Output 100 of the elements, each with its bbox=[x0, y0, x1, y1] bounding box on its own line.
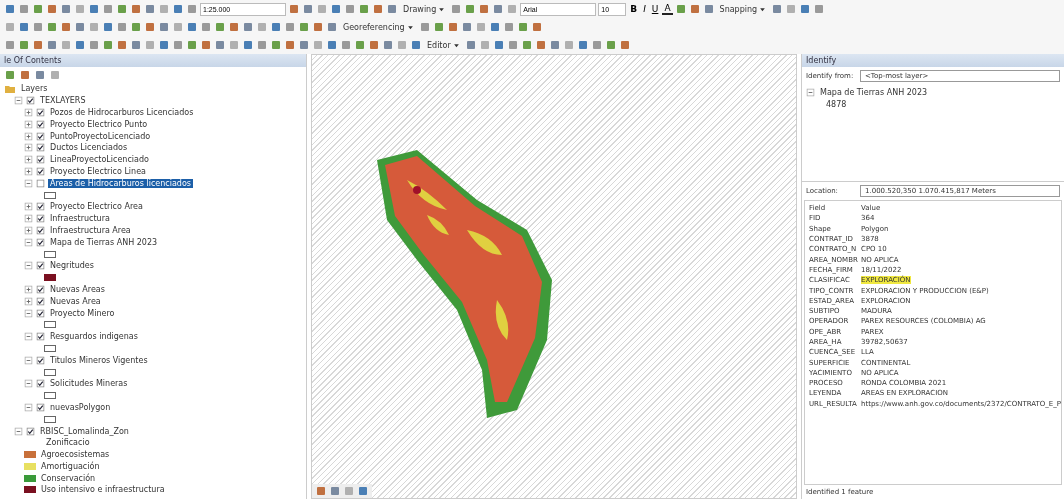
toolbar-tool-icon[interactable] bbox=[288, 3, 300, 15]
toolbar-tool-icon[interactable] bbox=[158, 21, 170, 33]
toolbar-tool-icon[interactable] bbox=[4, 3, 16, 15]
layer-checkbox[interactable] bbox=[26, 96, 35, 106]
layer-label[interactable]: Resguardos indigenas bbox=[48, 332, 140, 342]
toolbar-tool-icon[interactable] bbox=[432, 21, 445, 33]
layer-checkbox[interactable] bbox=[36, 202, 45, 212]
layer-checkbox[interactable] bbox=[36, 355, 45, 365]
toolbar-tool-icon[interactable] bbox=[358, 3, 370, 15]
layer-label[interactable]: Solicitudes Mineras bbox=[48, 379, 130, 389]
toolbar-tool-icon[interactable] bbox=[396, 39, 408, 51]
toolbar-tool-icon[interactable] bbox=[450, 3, 463, 15]
toolbar-tool-icon[interactable] bbox=[298, 21, 310, 33]
toolbar-tool-icon[interactable] bbox=[130, 21, 142, 33]
layer-checkbox[interactable] bbox=[26, 426, 35, 436]
expand-toggle-icon[interactable] bbox=[24, 225, 33, 235]
toolbar-tool-icon[interactable] bbox=[102, 39, 114, 51]
toolbar-tool-icon[interactable] bbox=[446, 21, 459, 33]
toolbar-tool-icon[interactable] bbox=[18, 3, 30, 15]
toolbar-tool-icon[interactable] bbox=[270, 39, 282, 51]
toolbar-tool-icon[interactable] bbox=[46, 39, 58, 51]
toolbar-tool-icon[interactable] bbox=[329, 485, 341, 497]
toolbar-tool-icon[interactable] bbox=[344, 3, 356, 15]
toolbar-tool-icon[interactable] bbox=[228, 21, 240, 33]
collapse-toggle-icon[interactable] bbox=[24, 332, 33, 342]
toolbar-tool-icon[interactable] bbox=[214, 39, 226, 51]
layer-checkbox[interactable] bbox=[36, 284, 45, 294]
layer-label[interactable]: Proyecto Electrico Area bbox=[48, 202, 145, 212]
toolbar-tool-icon[interactable] bbox=[74, 3, 86, 15]
toolbar-tool-icon[interactable] bbox=[534, 39, 547, 51]
toolbar-tool-icon[interactable] bbox=[298, 39, 310, 51]
layer-checkbox[interactable] bbox=[36, 332, 45, 342]
toolbar-tool-icon[interactable] bbox=[32, 21, 44, 33]
collapse-toggle-icon[interactable] bbox=[24, 402, 33, 412]
caret-icon[interactable] bbox=[438, 5, 446, 13]
layer-checkbox[interactable] bbox=[36, 379, 45, 389]
toolbar-tool-icon[interactable] bbox=[242, 39, 254, 51]
expand-toggle-icon[interactable] bbox=[24, 166, 33, 176]
toolbar-tool-icon[interactable] bbox=[478, 3, 491, 15]
toolbar-tool-icon[interactable] bbox=[4, 21, 16, 33]
layer-checkbox[interactable] bbox=[36, 155, 45, 165]
toolbar-tool-icon[interactable] bbox=[88, 21, 100, 33]
toolbar-tool-icon[interactable] bbox=[343, 485, 355, 497]
toolbar-tool-icon[interactable] bbox=[488, 21, 501, 33]
toolbar-tool-icon[interactable] bbox=[18, 39, 30, 51]
caret-icon[interactable] bbox=[406, 23, 414, 31]
toolbar-tool-icon[interactable] bbox=[32, 3, 44, 15]
bold-button[interactable]: B bbox=[628, 4, 640, 14]
expand-toggle-icon[interactable] bbox=[24, 214, 33, 224]
layer-label[interactable]: RBISC_Lomalinda_Zon bbox=[38, 426, 131, 436]
toolbar-tool-icon[interactable] bbox=[368, 39, 380, 51]
toolbar-tool-icon[interactable] bbox=[158, 3, 170, 15]
layer-checkbox[interactable] bbox=[36, 261, 45, 271]
toolbar-tool-icon[interactable] bbox=[4, 39, 16, 51]
toolbar-menu[interactable]: Editor bbox=[424, 40, 463, 50]
expand-toggle-icon[interactable] bbox=[24, 131, 33, 141]
toolbar-tool-icon[interactable] bbox=[186, 21, 198, 33]
layer-checkbox[interactable] bbox=[36, 296, 45, 306]
toolbar-tool-icon[interactable] bbox=[284, 39, 296, 51]
expand-toggle-icon[interactable] bbox=[24, 296, 33, 306]
toolbar-tool-icon[interactable] bbox=[316, 3, 328, 15]
toolbar-tool-icon[interactable] bbox=[172, 21, 184, 33]
expand-toggle-icon[interactable] bbox=[24, 284, 33, 294]
layer-label[interactable]: Areas de Hidrocarburos licenciados bbox=[48, 178, 193, 188]
toolbar-tool-icon[interactable] bbox=[46, 21, 58, 33]
layer-label[interactable]: Nuevas Area bbox=[48, 296, 103, 306]
toolbar-tool-icon[interactable] bbox=[116, 21, 128, 33]
toolbar-tool-icon[interactable] bbox=[102, 21, 114, 33]
toolbar-tool-icon[interactable] bbox=[474, 21, 487, 33]
toolbar-tool-icon[interactable] bbox=[130, 39, 142, 51]
toolbar-tool-icon[interactable] bbox=[326, 39, 338, 51]
toolbar-tool-icon[interactable] bbox=[618, 39, 631, 51]
collapse-toggle-icon[interactable] bbox=[14, 426, 23, 436]
layer-label[interactable]: Pozos de Hidrocarburos Licenciados bbox=[48, 108, 196, 117]
collapse-toggle-icon[interactable] bbox=[24, 308, 33, 318]
toolbar-tool-icon[interactable] bbox=[242, 21, 254, 33]
toolbar-tool-icon[interactable] bbox=[74, 39, 86, 51]
toolbar-tool-icon[interactable] bbox=[60, 3, 72, 15]
layer-label[interactable]: LineaProyectoLicenciado bbox=[48, 155, 151, 165]
toolbar-tool-icon[interactable] bbox=[771, 3, 784, 15]
toolbar-tool-icon[interactable] bbox=[228, 39, 240, 51]
toolbar-tool-icon[interactable] bbox=[813, 3, 826, 15]
expand-toggle-icon[interactable] bbox=[24, 155, 33, 165]
toolbar-menu[interactable]: Georeferencing bbox=[340, 22, 417, 32]
toolbar-tool-icon[interactable] bbox=[357, 485, 369, 497]
toolbar-tool-icon[interactable] bbox=[330, 3, 342, 15]
toolbar-tool-icon[interactable] bbox=[116, 39, 128, 51]
caret-icon[interactable] bbox=[759, 5, 767, 13]
layer-checkbox[interactable] bbox=[36, 166, 45, 176]
toolbar-tool-icon[interactable] bbox=[256, 21, 268, 33]
toolbar-tool-icon[interactable] bbox=[46, 3, 58, 15]
collapse-toggle-icon[interactable] bbox=[806, 88, 815, 98]
toolbar-tool-icon[interactable] bbox=[315, 485, 327, 497]
toolbar-tool-icon[interactable] bbox=[492, 39, 505, 51]
layer-label[interactable]: Infraestructura bbox=[48, 214, 112, 224]
toolbar-tool-icon[interactable] bbox=[492, 3, 505, 15]
layer-label[interactable]: Negritudes bbox=[48, 261, 96, 271]
toolbar-tool-icon[interactable] bbox=[702, 3, 715, 15]
toolbar-tool-icon[interactable] bbox=[386, 3, 398, 15]
layer-checkbox[interactable] bbox=[36, 214, 45, 224]
